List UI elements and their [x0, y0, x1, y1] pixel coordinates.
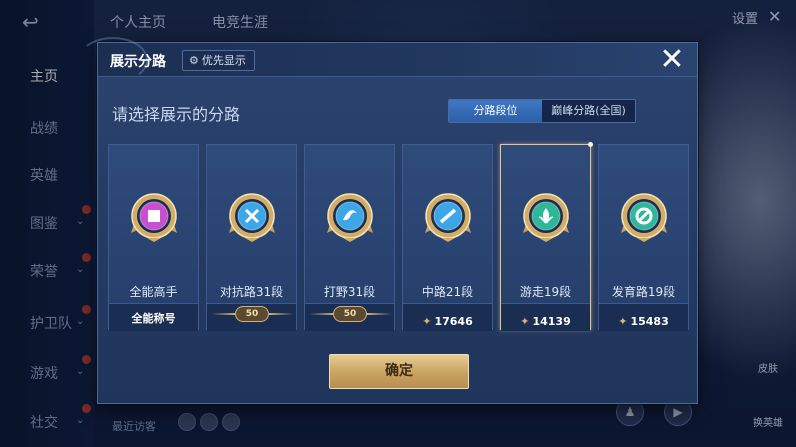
lane-card-footer: 全能称号: [109, 303, 198, 331]
lane-card-footer: ✦ 17646: [403, 303, 492, 331]
lane-name: 游走19段: [519, 285, 572, 299]
lane-card[interactable]: 打野31段 50: [304, 144, 395, 331]
lane-card-footer: 50: [207, 303, 296, 331]
peak-score: ✦ 15483: [599, 310, 688, 329]
priority-display-label: 优先显示: [201, 54, 246, 67]
lane-name: 打野31段: [323, 285, 376, 299]
peak-score: ✦ 14139: [501, 310, 590, 329]
dialog-header: 展示分路 ⚙ 优先显示 ✕: [78, 37, 697, 83]
lane-badge-icon: [619, 191, 669, 243]
rank-score-icon: ✦: [422, 315, 432, 328]
lane-name: 全能高手: [129, 285, 178, 299]
title-label: 全能称号: [131, 312, 176, 325]
lane-card[interactable]: 发育路19段 ✦ 15483: [598, 144, 689, 331]
lane-display-dialog: 展示分路 ⚙ 优先显示 ✕ 请选择展示的分路 分路段位 巅峰分路(全国) 全能高手…: [78, 37, 698, 404]
confirm-button[interactable]: 确定: [329, 354, 469, 389]
dialog-title: 展示分路: [110, 54, 166, 70]
lane-card-footer: 50: [305, 303, 394, 331]
score-value: 17646: [434, 315, 473, 328]
score-value: 14139: [532, 315, 571, 328]
lane-card-footer: ✦ 14139: [501, 303, 590, 331]
tab-lane-rank[interactable]: 分路段位: [449, 100, 542, 122]
lane-name: 对抗路31段: [219, 285, 284, 299]
lane-cards: 全能高手 全能称号 对抗路31段 50 打野31段 50 中路21段 ✦ 17646 游走19段 ✦…: [108, 142, 690, 331]
score-value: 15483: [630, 315, 669, 328]
star-count-badge: 50: [235, 306, 269, 322]
lane-name: 中路21段: [421, 285, 474, 299]
lane-card[interactable]: 全能高手 全能称号: [108, 144, 199, 331]
lane-card[interactable]: 游走19段 ✦ 14139: [500, 142, 593, 331]
lane-card-footer: ✦ 15483: [599, 303, 688, 331]
lane-mode-toggle: 分路段位 巅峰分路(全国): [448, 99, 636, 123]
lane-badge-icon: [227, 191, 277, 243]
lane-badge-icon: [521, 191, 571, 243]
selection-marker: [588, 142, 593, 147]
lane-badge-icon: [129, 191, 179, 243]
lane-card[interactable]: 中路21段 ✦ 17646: [402, 144, 493, 331]
close-button[interactable]: ✕: [657, 45, 687, 75]
gear-icon: ⚙: [189, 54, 199, 67]
lane-name: 发育路19段: [611, 285, 676, 299]
star-count-badge: 50: [333, 306, 367, 322]
priority-display-button[interactable]: ⚙ 优先显示: [182, 50, 255, 71]
tab-peak-lane[interactable]: 巅峰分路(全国): [542, 100, 635, 122]
lane-card[interactable]: 对抗路31段 50: [206, 144, 297, 331]
lane-badge-icon: [325, 191, 375, 243]
rank-score-icon: ✦: [520, 315, 530, 328]
lane-badge-icon: [423, 191, 473, 243]
dialog-subtitle: 请选择展示的分路: [112, 105, 241, 124]
rank-score-icon: ✦: [618, 315, 628, 328]
peak-score: ✦ 17646: [403, 310, 492, 329]
